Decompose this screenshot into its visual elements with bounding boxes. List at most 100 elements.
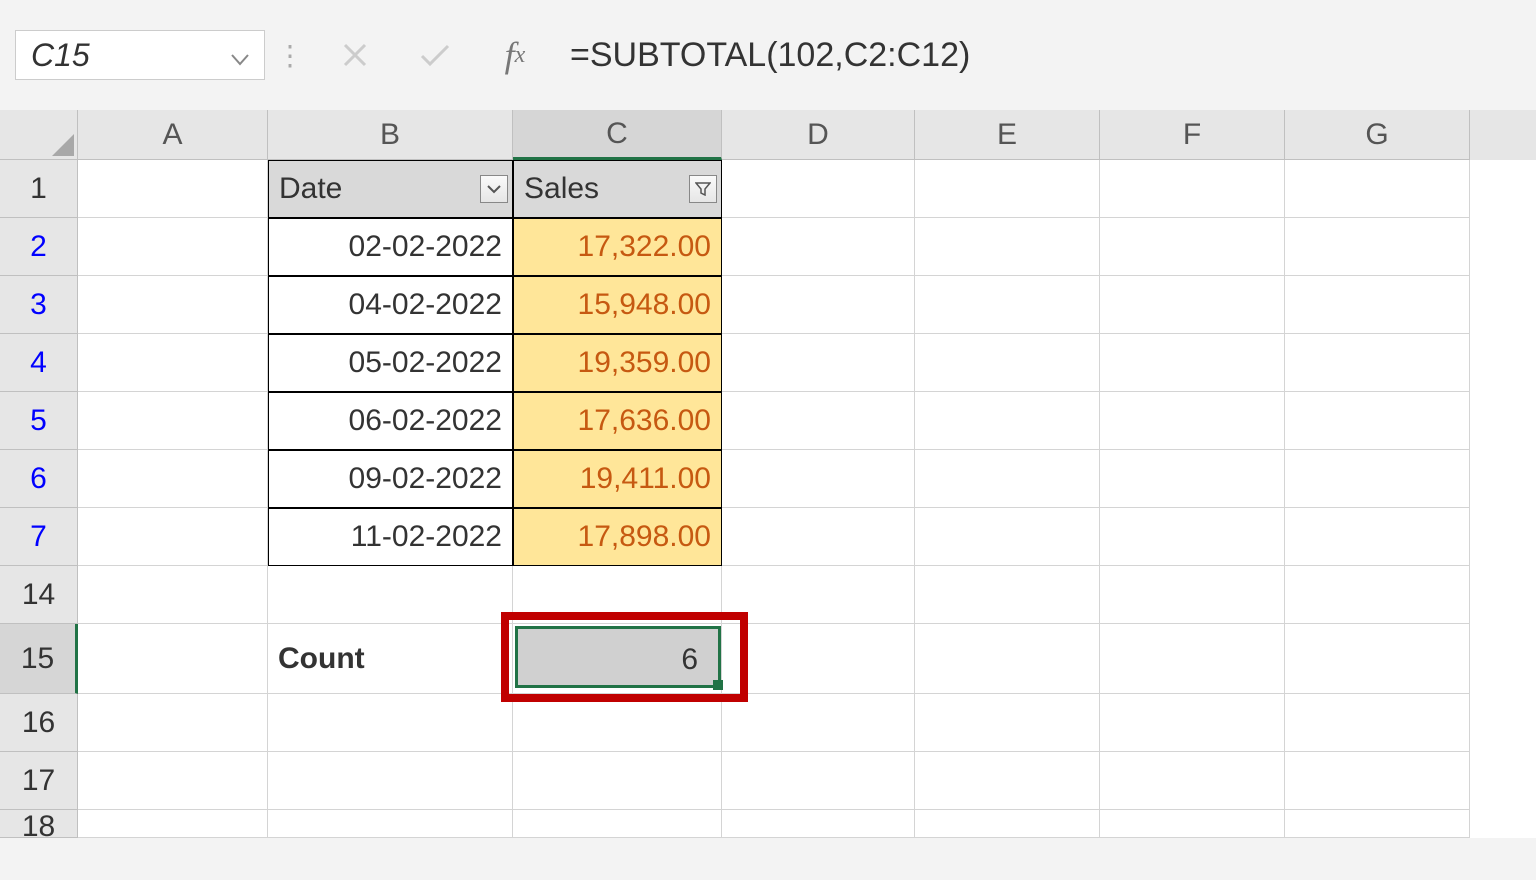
cell-B2[interactable]: 02-02-2022 <box>268 218 513 276</box>
cell-C6[interactable]: 19,411.00 <box>513 450 722 508</box>
cell-D2[interactable] <box>722 218 915 276</box>
cell-B16[interactable] <box>268 694 513 752</box>
cell-A6[interactable] <box>78 450 268 508</box>
filter-active-icon[interactable] <box>689 175 717 203</box>
cell-A16[interactable] <box>78 694 268 752</box>
cell-E7[interactable] <box>915 508 1100 566</box>
cell-B15-count-label[interactable]: Count <box>268 624 513 694</box>
cell-E18[interactable] <box>915 810 1100 838</box>
cell-B14[interactable] <box>268 566 513 624</box>
cell-A15[interactable] <box>78 624 268 694</box>
cell-F1[interactable] <box>1100 160 1285 218</box>
cell-D15[interactable] <box>722 624 915 694</box>
cell-G15[interactable] <box>1285 624 1470 694</box>
cell-E2[interactable] <box>915 218 1100 276</box>
cell-E3[interactable] <box>915 276 1100 334</box>
cell-B4[interactable]: 05-02-2022 <box>268 334 513 392</box>
cell-C14[interactable] <box>513 566 722 624</box>
col-header-F[interactable]: F <box>1100 110 1285 160</box>
row-header-2[interactable]: 2 <box>0 218 78 276</box>
select-all-corner[interactable] <box>0 110 78 160</box>
cell-G7[interactable] <box>1285 508 1470 566</box>
cell-A7[interactable] <box>78 508 268 566</box>
col-header-G[interactable]: G <box>1285 110 1470 160</box>
cell-F17[interactable] <box>1100 752 1285 810</box>
cell-G5[interactable] <box>1285 392 1470 450</box>
cell-C16[interactable] <box>513 694 722 752</box>
cell-C15-selected[interactable] <box>513 624 722 694</box>
col-header-A[interactable]: A <box>78 110 268 160</box>
cell-G14[interactable] <box>1285 566 1470 624</box>
cell-A17[interactable] <box>78 752 268 810</box>
cell-D17[interactable] <box>722 752 915 810</box>
row-header-6[interactable]: 6 <box>0 450 78 508</box>
cell-D3[interactable] <box>722 276 915 334</box>
cell-G2[interactable] <box>1285 218 1470 276</box>
cell-E14[interactable] <box>915 566 1100 624</box>
cell-F7[interactable] <box>1100 508 1285 566</box>
row-header-7[interactable]: 7 <box>0 508 78 566</box>
row-header-3[interactable]: 3 <box>0 276 78 334</box>
cell-D16[interactable] <box>722 694 915 752</box>
cell-D7[interactable] <box>722 508 915 566</box>
cell-E17[interactable] <box>915 752 1100 810</box>
cell-A14[interactable] <box>78 566 268 624</box>
cell-G16[interactable] <box>1285 694 1470 752</box>
spreadsheet-grid[interactable]: A B C D E F G 1 Date Sales 2 02-02-2 <box>0 110 1536 838</box>
cell-C2[interactable]: 17,322.00 <box>513 218 722 276</box>
name-box-dropdown-icon[interactable] <box>231 37 249 74</box>
cell-D6[interactable] <box>722 450 915 508</box>
cell-F14[interactable] <box>1100 566 1285 624</box>
col-header-B[interactable]: B <box>268 110 513 160</box>
cell-C1-sales-header[interactable]: Sales <box>513 160 722 218</box>
cell-E5[interactable] <box>915 392 1100 450</box>
row-header-14[interactable]: 14 <box>0 566 78 624</box>
cell-E15[interactable] <box>915 624 1100 694</box>
cell-E6[interactable] <box>915 450 1100 508</box>
row-header-1[interactable]: 1 <box>0 160 78 218</box>
cell-G18[interactable] <box>1285 810 1470 838</box>
cell-F18[interactable] <box>1100 810 1285 838</box>
row-header-5[interactable]: 5 <box>0 392 78 450</box>
cell-B7[interactable]: 11-02-2022 <box>268 508 513 566</box>
cell-F3[interactable] <box>1100 276 1285 334</box>
row-header-17[interactable]: 17 <box>0 752 78 810</box>
cell-D4[interactable] <box>722 334 915 392</box>
row-header-16[interactable]: 16 <box>0 694 78 752</box>
cell-G1[interactable] <box>1285 160 1470 218</box>
cell-G4[interactable] <box>1285 334 1470 392</box>
cell-B1-date-header[interactable]: Date <box>268 160 513 218</box>
cell-F4[interactable] <box>1100 334 1285 392</box>
cell-C5[interactable]: 17,636.00 <box>513 392 722 450</box>
cell-C3[interactable]: 15,948.00 <box>513 276 722 334</box>
cell-F15[interactable] <box>1100 624 1285 694</box>
cell-E1[interactable] <box>915 160 1100 218</box>
cell-E16[interactable] <box>915 694 1100 752</box>
cell-C7[interactable]: 17,898.00 <box>513 508 722 566</box>
cell-B17[interactable] <box>268 752 513 810</box>
cell-A4[interactable] <box>78 334 268 392</box>
cell-B18[interactable] <box>268 810 513 838</box>
row-header-15[interactable]: 15 <box>0 624 78 694</box>
filter-dropdown-icon[interactable] <box>480 175 508 203</box>
cell-G3[interactable] <box>1285 276 1470 334</box>
cell-F5[interactable] <box>1100 392 1285 450</box>
cell-F6[interactable] <box>1100 450 1285 508</box>
cell-A5[interactable] <box>78 392 268 450</box>
col-header-E[interactable]: E <box>915 110 1100 160</box>
cell-C4[interactable]: 19,359.00 <box>513 334 722 392</box>
cell-C17[interactable] <box>513 752 722 810</box>
cell-D5[interactable] <box>722 392 915 450</box>
col-header-C[interactable]: C <box>513 110 722 160</box>
name-box[interactable]: C15 <box>15 30 265 80</box>
cell-B5[interactable]: 06-02-2022 <box>268 392 513 450</box>
insert-function-button[interactable]: fx <box>485 30 545 80</box>
cell-F2[interactable] <box>1100 218 1285 276</box>
cell-A2[interactable] <box>78 218 268 276</box>
cell-A3[interactable] <box>78 276 268 334</box>
cell-A18[interactable] <box>78 810 268 838</box>
cell-D14[interactable] <box>722 566 915 624</box>
cell-F16[interactable] <box>1100 694 1285 752</box>
cell-A1[interactable] <box>78 160 268 218</box>
cell-E4[interactable] <box>915 334 1100 392</box>
